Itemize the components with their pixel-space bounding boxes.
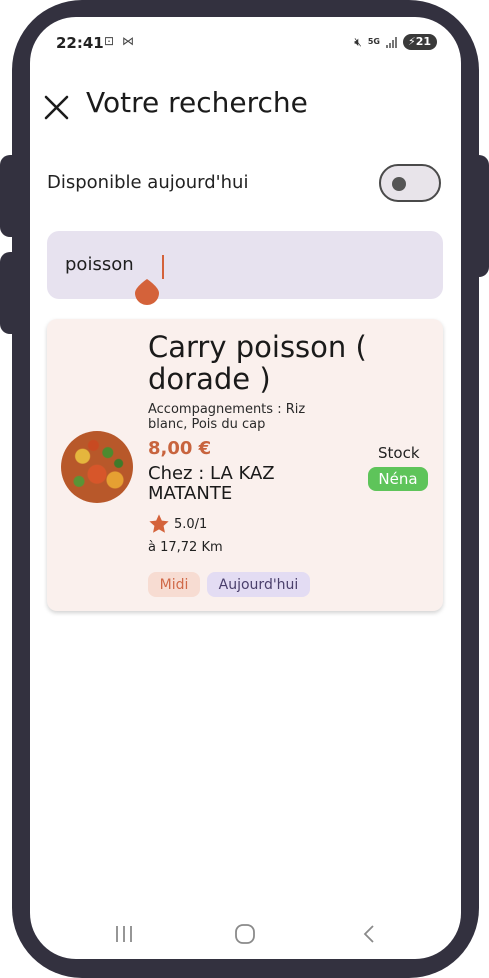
search-box[interactable] <box>47 231 443 299</box>
star-icon <box>149 514 169 533</box>
android-nav-bar <box>30 912 461 952</box>
dish-vendor: Chez : LA KAZ MATANTE <box>148 463 275 504</box>
search-input[interactable] <box>65 251 425 277</box>
signal-icon <box>385 36 397 48</box>
close-icon[interactable] <box>43 94 70 121</box>
available-today-toggle[interactable] <box>379 164 441 202</box>
app-screen: 22:41 ⊡ ⋈ 🔇︎ 5G ⚡21 Votre recherche Disp… <box>30 17 461 959</box>
back-icon[interactable] <box>356 920 384 948</box>
text-cursor <box>162 255 164 279</box>
notification-icons: ⊡ ⋈ <box>104 34 136 48</box>
network-type: 5G <box>367 37 380 46</box>
text-cursor-handle-icon[interactable] <box>134 279 160 305</box>
rating-value: 5.0/1 <box>174 516 208 532</box>
mute-icon: 🔇︎ <box>354 34 362 49</box>
stock-badge: Néna <box>368 467 428 491</box>
stock-label: Stock <box>378 444 420 462</box>
status-right: 🔇︎ 5G ⚡21 <box>354 34 437 50</box>
dish-price: 8,00 € <box>148 438 212 459</box>
dish-photo <box>61 431 133 503</box>
dish-sides: Accompagnements : Riz blanc, Pois du cap <box>148 402 306 432</box>
battery-level: 21 <box>415 35 431 48</box>
home-icon[interactable] <box>231 920 259 948</box>
dish-distance: à 17,72 Km <box>148 540 223 555</box>
tag-today: Aujourd'hui <box>207 572 310 597</box>
battery-icon: ⚡21 <box>402 34 437 50</box>
rating-row: 5.0/1 <box>148 513 207 535</box>
result-card[interactable]: Carry poisson ( dorade ) Accompagnements… <box>47 319 443 611</box>
status-bar: 22:41 ⊡ ⋈ 🔇︎ 5G ⚡21 <box>30 17 461 69</box>
page-title: Votre recherche <box>86 86 308 119</box>
available-today-label: Disponible aujourd'hui <box>47 172 249 193</box>
status-time: 22:41 <box>56 34 104 52</box>
power-button <box>471 155 489 277</box>
volume-down-button <box>0 252 16 334</box>
toggle-knob <box>392 177 406 191</box>
dish-name: Carry poisson ( dorade ) <box>148 330 367 396</box>
tag-midi: Midi <box>148 572 200 597</box>
recents-icon[interactable] <box>110 920 138 948</box>
volume-up-button <box>0 155 16 237</box>
